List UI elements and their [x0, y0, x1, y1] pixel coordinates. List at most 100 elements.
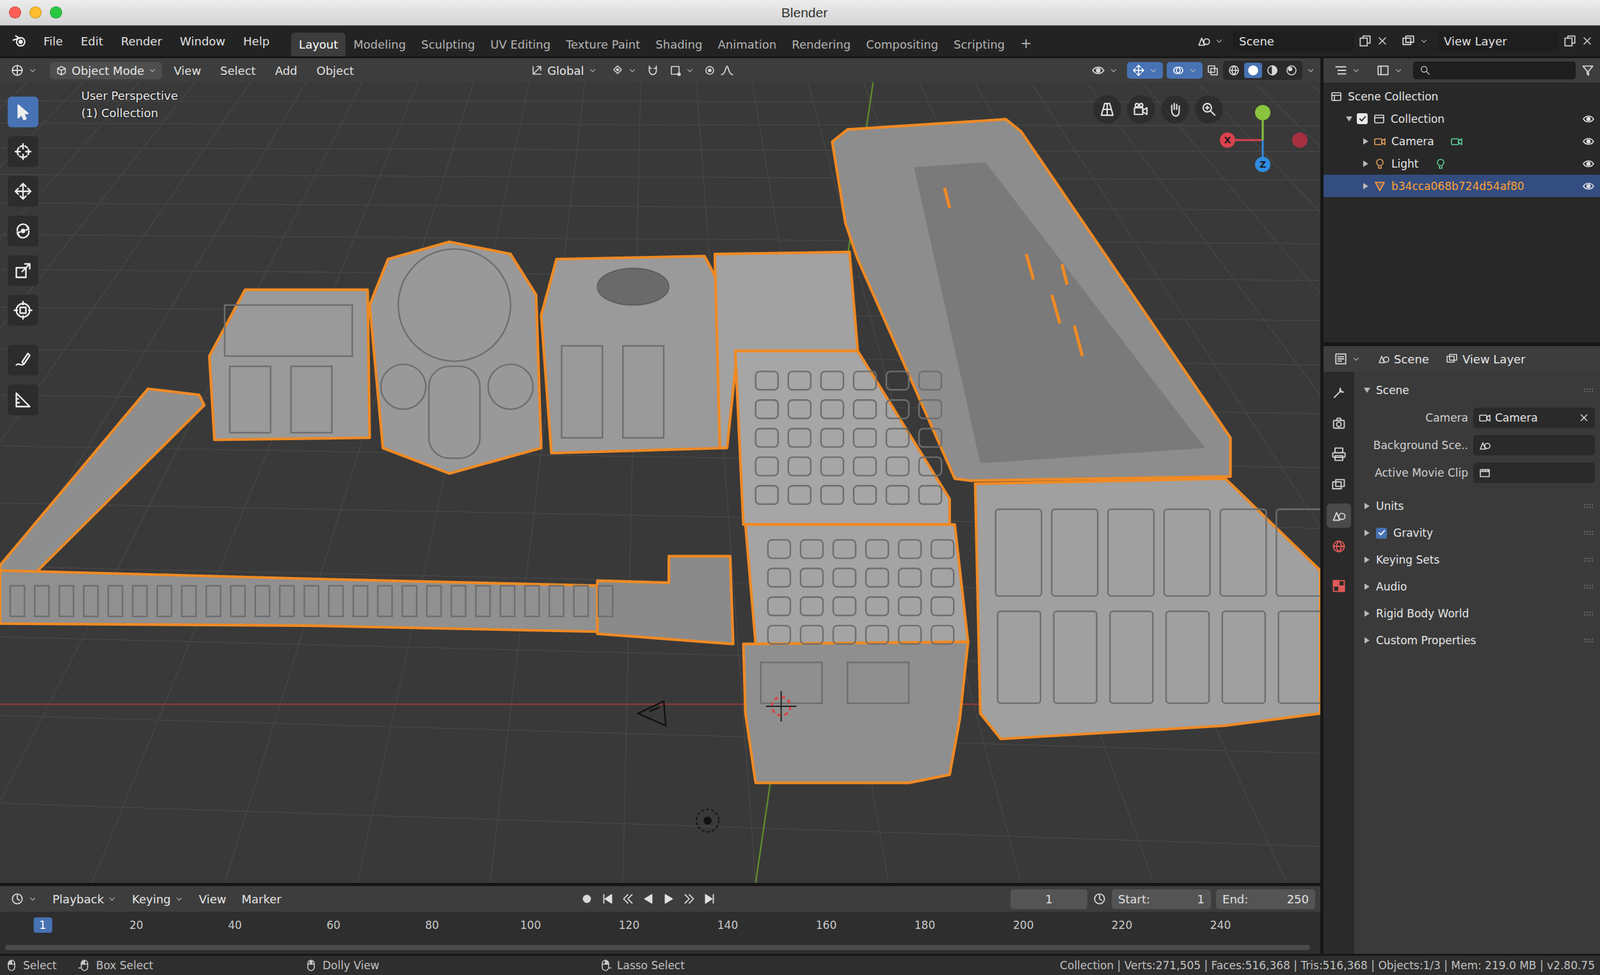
visibility-toggle[interactable]	[1582, 157, 1595, 171]
outliner-row[interactable]: Scene Collection	[1323, 85, 1600, 108]
expand-toggle[interactable]	[1363, 183, 1369, 190]
editor-type-button[interactable]	[5, 890, 43, 909]
scene-browse[interactable]	[1191, 32, 1229, 50]
subpanel-label[interactable]: Custom Properties	[1376, 634, 1476, 648]
global-icon[interactable]	[530, 64, 544, 77]
shading-button[interactable]	[1244, 62, 1263, 79]
snap-icon[interactable]	[645, 63, 660, 78]
pivot-icon[interactable]	[611, 64, 624, 77]
add-workspace-button[interactable]: +	[1012, 30, 1040, 57]
axis-ball[interactable]: X	[1219, 132, 1236, 148]
context-tab[interactable]: View Layer	[1440, 350, 1531, 368]
menu-item[interactable]: File	[35, 32, 71, 51]
end-frame-field[interactable]: End:250	[1216, 889, 1316, 910]
timeline-ruler[interactable]: 120406080100120140160180200220240	[0, 912, 1321, 955]
properties-tab[interactable]	[1326, 472, 1352, 498]
zoom-button[interactable]	[49, 6, 63, 19]
dropdown-arrow-icon[interactable]	[1419, 36, 1429, 46]
tool-button[interactable]	[7, 215, 39, 247]
cursor-icon[interactable]	[13, 142, 33, 162]
overlay-icon[interactable]	[1171, 64, 1185, 77]
camview-icon[interactable]	[1132, 101, 1150, 118]
dropdown-arrow-icon[interactable]	[147, 65, 157, 75]
menu-item[interactable]: Edit	[72, 32, 111, 51]
tab-kind[interactable]	[1331, 446, 1347, 463]
camera-icon[interactable]	[1450, 135, 1464, 148]
grip-icon[interactable]	[1582, 607, 1595, 621]
timeline-menu-label[interactable]: View	[199, 892, 227, 907]
matprev-icon[interactable]	[1265, 64, 1279, 77]
grip-icon[interactable]	[1582, 553, 1595, 567]
play-icon[interactable]	[661, 892, 676, 907]
viewport[interactable]: User Perspective(1) CollectionXZ	[0, 82, 1321, 884]
property-value[interactable]: Camera	[1495, 411, 1575, 425]
tool-kind[interactable]	[13, 142, 33, 162]
timeline-scrollbar[interactable]	[5, 945, 1311, 951]
tool-kind[interactable]	[13, 102, 33, 122]
play-rev-icon[interactable]	[641, 892, 656, 907]
start-frame-field[interactable]: Start:1	[1111, 889, 1211, 910]
tool-button[interactable]	[7, 295, 39, 326]
texture-icon[interactable]	[1331, 578, 1347, 594]
minimize-button[interactable]	[29, 6, 42, 19]
outliner-row[interactable]: Light	[1323, 152, 1600, 175]
grip-icon[interactable]	[1582, 526, 1595, 540]
blender-logo-icon[interactable]	[11, 32, 29, 50]
expand-toggle[interactable]	[1363, 160, 1369, 168]
timeline-menu-label[interactable]: Playback	[52, 892, 104, 907]
pivot-dropdown[interactable]	[606, 62, 642, 79]
eye-icon[interactable]	[1582, 179, 1595, 193]
subpanel-label[interactable]: Audio	[1376, 580, 1407, 594]
eye-icon[interactable]	[1582, 157, 1595, 171]
workspace-tab[interactable]: Sculpting	[413, 32, 483, 57]
workspace-tab[interactable]: Scripting	[945, 32, 1013, 57]
dropdown-arrow-icon[interactable]	[107, 894, 117, 904]
tool-kind[interactable]	[13, 300, 33, 320]
viewport-menu[interactable]: Object	[309, 61, 363, 80]
panel-expand[interactable]	[1363, 387, 1371, 393]
preview-range-icon[interactable]	[1092, 892, 1107, 907]
tool-button[interactable]	[7, 176, 39, 207]
move-icon[interactable]	[13, 181, 33, 201]
tab-kind[interactable]	[1331, 538, 1347, 555]
panel-title[interactable]: Scene	[1376, 384, 1410, 397]
grip-icon[interactable]	[1582, 499, 1595, 513]
axis-ball[interactable]: Z	[1255, 156, 1271, 173]
subpanel-expand[interactable]	[1364, 610, 1370, 617]
tool-button[interactable]	[7, 96, 39, 128]
outliner-icon[interactable]	[1333, 63, 1348, 78]
search-field[interactable]	[1413, 61, 1576, 80]
tab-kind[interactable]	[1331, 477, 1347, 493]
subpanel-label[interactable]: Rigid Body World	[1376, 607, 1469, 621]
nav-button[interactable]	[1160, 95, 1190, 124]
timeline-menu[interactable]: Keying	[126, 890, 189, 909]
outliner-label[interactable]: Scene Collection	[1347, 90, 1439, 104]
clear-button[interactable]	[1578, 412, 1590, 424]
dropdown-arrow-icon[interactable]	[174, 894, 184, 904]
timeline-menu[interactable]: Marker	[236, 890, 287, 909]
object-data[interactable]	[1433, 156, 1448, 171]
editor-type-button[interactable]	[1328, 61, 1366, 80]
scene-icon[interactable]	[1331, 508, 1347, 524]
proportional-icon[interactable]	[703, 64, 717, 77]
grip-icon[interactable]	[1582, 384, 1595, 397]
timeline-menu[interactable]: Playback	[47, 890, 122, 909]
visibility-dropdown[interactable]	[1086, 61, 1124, 80]
menu-item[interactable]: Render	[113, 32, 170, 51]
dropdown-arrow-icon[interactable]	[1393, 65, 1403, 75]
visibility-toggle[interactable]	[1582, 135, 1595, 148]
subpanel-expand[interactable]	[1364, 503, 1370, 510]
annotate-icon[interactable]	[13, 350, 33, 370]
display-icon[interactable]	[1376, 63, 1391, 78]
tool-kind[interactable]	[13, 261, 33, 281]
tool-button[interactable]	[7, 136, 39, 168]
move-icon[interactable]	[1132, 64, 1145, 77]
workspace-tab[interactable]: Layout	[291, 32, 346, 57]
subpanel-header[interactable]: Keying Sets	[1359, 546, 1595, 574]
view3d-icon[interactable]	[10, 63, 25, 78]
viewport-menu[interactable]: Select	[212, 61, 264, 80]
timeline-menu-label[interactable]: Keying	[131, 892, 171, 907]
overlay-toggle[interactable]	[1166, 62, 1203, 79]
end-frame-field-value[interactable]: 250	[1287, 892, 1309, 907]
current-frame-field[interactable]: 1	[1010, 889, 1088, 910]
